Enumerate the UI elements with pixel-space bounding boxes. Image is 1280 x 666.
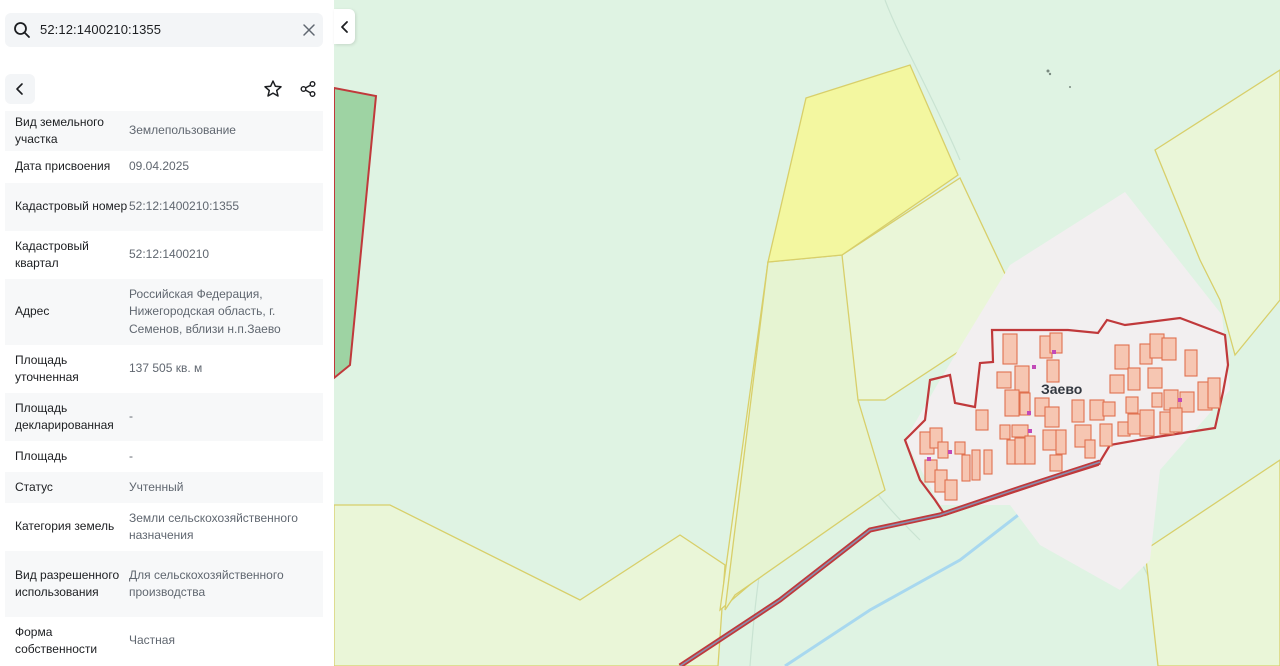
property-table: Вид земельного участка Землепользование … [5,111,323,665]
info-panel: 52:12:1400210:1355 Вид земельного участк… [0,0,334,666]
star-icon [264,80,282,97]
property-row: Статус Учтенный [5,472,323,503]
property-value: 09.04.2025 [129,159,190,174]
property-label: Вид земельного участка [15,114,104,147]
property-label: Площадь декларированная [15,400,114,433]
property-value: Частная [129,633,175,648]
property-row: Дата присвоения 09.04.2025 [5,151,323,183]
parcel[interactable] [334,504,726,666]
village-label: Заево [1041,381,1083,397]
property-row: Адрес Российская Федерация, Нижегородска… [5,279,323,345]
map-view[interactable]: Заево [334,0,1280,666]
share-button[interactable] [293,74,323,104]
favorite-button[interactable] [258,74,288,104]
property-row: Кадастровый номер 52:12:1400210:1355 [5,183,323,231]
property-value: Российская Федерация, Нижегородская обла… [129,286,281,336]
map-canvas[interactable] [334,0,1280,666]
property-row: Площадь декларированная - [5,393,323,441]
property-label: Категория земель [15,519,115,534]
map-dots [1046,69,1071,88]
property-label: Форма собственности [15,624,98,657]
property-value: Для сельскохозяйственного производства [129,567,284,600]
chevron-left-icon [16,83,23,95]
property-label: Адрес [15,304,50,319]
property-value: 52:12:1400210 [129,247,210,262]
forest-parcel[interactable] [334,86,378,380]
chevron-left-icon [340,20,348,33]
property-value: Землепользование [129,123,236,138]
property-value: Учтенный [129,479,184,494]
property-row: Площадь - [5,441,323,472]
parcel[interactable] [1144,459,1280,666]
property-label: Площадь уточненная [15,352,79,385]
property-row: Вид земельного участка Землепользование [5,111,323,151]
property-value: - [129,448,133,463]
property-label: Дата присвоения [15,159,111,174]
property-label: Статус [15,479,53,494]
property-row: Кадастровый квартал 52:12:1400210 [5,231,323,279]
property-row: Форма собственности Частная [5,617,323,665]
close-icon[interactable] [302,23,316,37]
property-label: Вид разрешенного использования [15,567,120,600]
property-value: - [129,409,133,424]
property-row: Вид разрешенного использования Для сельс… [5,551,323,617]
property-label: Кадастровый квартал [15,238,89,271]
property-value: Земли сельскохозяйственного назначения [129,510,298,543]
property-label: Кадастровый номер [15,199,128,214]
back-button[interactable] [5,74,35,104]
search-icon [14,22,30,38]
search-bar[interactable]: 52:12:1400210:1355 [5,13,323,47]
property-value: 52:12:1400210:1355 [129,199,240,214]
collapse-panel-button[interactable] [334,9,355,44]
property-row: Категория земель Земли сельскохозяйствен… [5,503,323,551]
property-value: 137 505 кв. м [129,361,203,376]
share-icon [300,81,316,97]
property-row: Площадь уточненная 137 505 кв. м [5,345,323,393]
property-label: Площадь [15,448,68,463]
search-input[interactable]: 52:12:1400210:1355 [40,22,161,37]
